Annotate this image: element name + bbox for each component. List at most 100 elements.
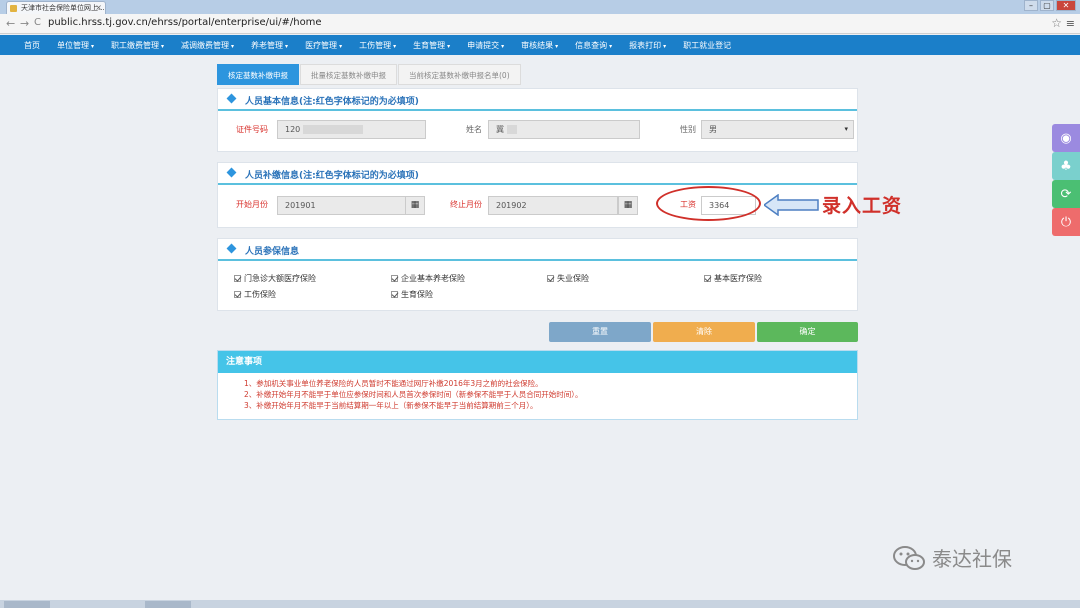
insurance-label: 基本医疗保险: [714, 274, 762, 283]
nav-item-2[interactable]: 职工缴费管理 ▾: [111, 40, 164, 51]
nav-item-0[interactable]: 首页: [24, 40, 40, 51]
checkbox-checked-icon: [704, 275, 711, 282]
reset-button[interactable]: 重置: [549, 322, 651, 342]
nav-item-8[interactable]: 申请提交 ▾: [467, 40, 504, 51]
page-tabs: 核定基数补缴申报 批量核定基数补缴申报 当前核定基数补缴申报名单(0): [217, 64, 522, 85]
insurance-info-panel: 人员参保信息 门急诊大额医疗保险 企业基本养老保险 失业保险 基本医疗保险工伤保险 生育…: [217, 238, 858, 311]
nav-item-3[interactable]: 减调缴费管理 ▾: [181, 40, 234, 51]
nav-item-12[interactable]: 职工就业登记: [683, 40, 731, 51]
gender-label: 性别: [680, 125, 696, 134]
notice-line: 3、补缴开始年月不能早于当前结算期一年以上（新参保不能早于当前结算期前三个月）。: [244, 401, 538, 410]
chevron-down-icon: ▾: [339, 42, 343, 50]
insurance-checkbox[interactable]: 基本医疗保险: [704, 273, 762, 284]
window-controls: – ▢ ✕: [1024, 0, 1076, 12]
chevron-down-icon: ▾: [555, 42, 559, 50]
insurance-label: 工伤保险: [244, 290, 276, 299]
window-close-button[interactable]: ✕: [1056, 0, 1076, 11]
nav-item-label: 养老管理: [251, 40, 284, 50]
insurance-label: 失业保险: [557, 274, 589, 283]
browser-tab[interactable]: 天津市社会保险单位网上... ×: [6, 1, 106, 14]
page-tab-0[interactable]: 核定基数补缴申报: [217, 64, 299, 85]
checkbox-checked-icon: [391, 291, 398, 298]
browser-menu-icon[interactable]: ≡: [1066, 17, 1075, 30]
nav-item-4[interactable]: 养老管理 ▾: [251, 40, 288, 51]
chevron-down-icon: ▾: [844, 125, 848, 133]
power-icon[interactable]: ⏻: [1052, 208, 1080, 236]
start-month-value: 201901: [285, 201, 316, 210]
start-month-label: 开始月份: [236, 200, 268, 209]
insurance-checkbox[interactable]: 企业基本养老保险: [391, 273, 465, 284]
nav-item-label: 信息查询: [575, 40, 608, 50]
url-field[interactable]: public.hrss.tj.gov.cn/ehrss/portal/enter…: [48, 17, 322, 28]
end-month-input[interactable]: 201902: [488, 196, 618, 215]
diamond-icon: [226, 167, 237, 178]
notice-panel: 注意事项 1、参加机关事业单位养老保险的人员暂时不能通过网厅补缴2016年3月之…: [217, 350, 858, 420]
refresh-icon[interactable]: ⟳: [1052, 180, 1080, 208]
insurance-label: 企业基本养老保险: [401, 274, 465, 283]
page-tab-1[interactable]: 批量核定基数补缴申报: [300, 64, 397, 85]
annotation-text: 录入工资: [822, 195, 903, 217]
bookmark-star-icon[interactable]: ☆: [1051, 16, 1062, 30]
taskbar: [0, 600, 1080, 608]
nav-item-label: 减调缴费管理: [181, 40, 230, 50]
end-month-value: 201902: [496, 201, 527, 210]
favicon-icon: [10, 5, 17, 12]
nav-item-label: 职工缴费管理: [111, 40, 160, 50]
reload-icon[interactable]: C: [34, 17, 41, 28]
nav-item-1[interactable]: 单位管理 ▾: [57, 40, 94, 51]
insurance-info-title: 人员参保信息: [245, 247, 300, 257]
chevron-down-icon: ▾: [501, 42, 505, 50]
diamond-icon: [226, 243, 237, 254]
confirm-button[interactable]: 确定: [757, 322, 858, 342]
insurance-label: 门急诊大额医疗保险: [244, 274, 316, 283]
checkbox-checked-icon: [234, 275, 241, 282]
end-month-label: 终止月份: [450, 200, 482, 209]
id-number-value: 120: [285, 125, 301, 134]
chevron-down-icon: ▾: [91, 42, 95, 50]
notice-line: 2、补缴开始年月不能早于单位应参保时间和人员首次参保时间（新参保不能早于人员合同…: [244, 390, 583, 399]
id-number-input[interactable]: 120: [277, 120, 426, 139]
address-bar: ← → C public.hrss.tj.gov.cn/ehrss/portal…: [0, 14, 1080, 34]
insurance-checkbox[interactable]: 生育保险: [391, 289, 433, 300]
calendar-icon[interactable]: ▦: [618, 196, 638, 215]
browser-tab-title: 天津市社会保险单位网上...: [21, 4, 105, 12]
eye-icon[interactable]: ◉: [1052, 124, 1080, 152]
nav-item-label: 医疗管理: [305, 40, 338, 50]
insurance-checkbox[interactable]: 工伤保险: [234, 289, 276, 300]
name-input[interactable]: 冀: [488, 120, 640, 139]
page-tab-2[interactable]: 当前核定基数补缴申报名单(0): [398, 64, 521, 85]
highlight-oval: [656, 186, 761, 221]
name-value: 冀: [496, 125, 504, 134]
chevron-down-icon: ▾: [609, 42, 613, 50]
minimize-button[interactable]: –: [1024, 0, 1038, 11]
taskbar-item[interactable]: [4, 601, 50, 608]
nav-item-6[interactable]: 工伤管理 ▾: [359, 40, 396, 51]
nav-item-9[interactable]: 审核结果 ▾: [521, 40, 558, 51]
nav-item-5[interactable]: 医疗管理 ▾: [305, 40, 342, 51]
gender-select[interactable]: 男 ▾: [701, 120, 854, 139]
tree-icon[interactable]: ♣: [1052, 152, 1080, 180]
forward-icon[interactable]: →: [20, 17, 29, 30]
start-month-input[interactable]: 201901: [277, 196, 406, 215]
chevron-down-icon: ▾: [447, 42, 451, 50]
tab-close-icon[interactable]: ×: [95, 2, 102, 14]
name-label: 姓名: [466, 125, 482, 134]
nav-item-10[interactable]: 信息查询 ▾: [575, 40, 612, 51]
side-toolbar: ◉ ♣ ⟳ ⏻: [1052, 124, 1080, 236]
nav-item-7[interactable]: 生育管理 ▾: [413, 40, 450, 51]
maximize-button[interactable]: ▢: [1040, 0, 1054, 11]
insurance-checkbox[interactable]: 门急诊大额医疗保险: [234, 273, 316, 284]
calendar-icon[interactable]: ▦: [405, 196, 425, 215]
notice-title: 注意事项: [218, 351, 857, 373]
checkbox-checked-icon: [234, 291, 241, 298]
chevron-down-icon: ▾: [285, 42, 289, 50]
watermark-text: 泰达社保: [932, 547, 1012, 571]
insurance-checkbox[interactable]: 失业保险: [547, 273, 589, 284]
supplement-info-title: 人员补缴信息(注:红色字体标记的为必填项): [245, 171, 419, 181]
taskbar-item[interactable]: [145, 601, 191, 608]
nav-item-11[interactable]: 报表打印 ▾: [629, 40, 666, 51]
clear-button[interactable]: 清除: [653, 322, 755, 342]
nav-item-label: 审核结果: [521, 40, 554, 50]
back-icon[interactable]: ←: [6, 17, 15, 30]
insurance-info-header: 人员参保信息: [218, 239, 857, 261]
